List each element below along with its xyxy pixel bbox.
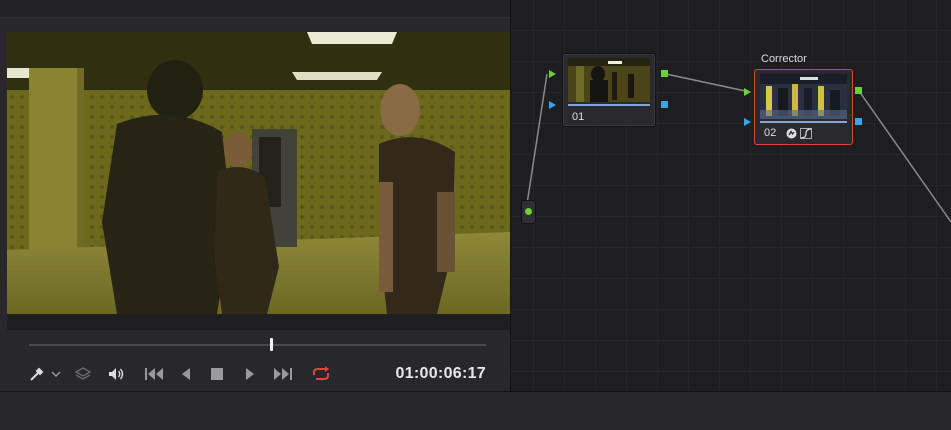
- node-thumbnail: [760, 74, 847, 119]
- source-input-port[interactable]: [521, 200, 536, 224]
- node-number: 02: [764, 127, 777, 139]
- viewer-header: [0, 0, 511, 18]
- alpha-output-port[interactable]: [661, 101, 668, 108]
- node-02-corrector[interactable]: 02: [754, 69, 853, 145]
- skip-to-start-icon[interactable]: [143, 364, 165, 384]
- skip-to-end-icon[interactable]: [272, 364, 294, 384]
- video-frame[interactable]: [7, 32, 510, 314]
- node-editor[interactable]: 01 Corrector 02: [511, 0, 951, 391]
- play-icon[interactable]: [242, 364, 258, 384]
- scrubber-track[interactable]: [29, 344, 486, 346]
- stop-icon[interactable]: [209, 364, 225, 384]
- connection-02-to-output: [858, 90, 951, 223]
- node-tools: [786, 128, 812, 139]
- node-01[interactable]: 01: [562, 53, 656, 127]
- chevron-down-icon[interactable]: [49, 364, 63, 384]
- divider: [0, 17, 511, 18]
- viewer-panel: 01:00:06:17: [0, 0, 511, 391]
- loop-icon[interactable]: [309, 364, 333, 384]
- rgb-output-port[interactable]: [855, 87, 862, 94]
- bottom-toolbar: [0, 391, 951, 430]
- rgb-input-port[interactable]: [744, 88, 751, 96]
- alpha-input-port[interactable]: [549, 101, 556, 109]
- rgb-port[interactable]: [525, 208, 532, 215]
- node-number: 01: [572, 111, 585, 123]
- alpha-input-port[interactable]: [744, 118, 751, 126]
- eyedropper-icon[interactable]: [27, 364, 47, 384]
- connection-01-to-02: [665, 73, 751, 93]
- node-thumbnail: [568, 58, 650, 102]
- node-progress-bar: [568, 104, 650, 106]
- playhead[interactable]: [270, 338, 273, 351]
- transport-controls: 01:00:06:17: [0, 360, 511, 388]
- rgb-input-port[interactable]: [549, 70, 556, 78]
- node-title: Corrector: [761, 53, 807, 65]
- viewer-info-strip: [7, 314, 510, 330]
- fx-icon: [786, 128, 797, 139]
- timecode: 01:00:06:17: [395, 365, 486, 382]
- alpha-output-port[interactable]: [855, 118, 862, 125]
- play-reverse-icon[interactable]: [178, 364, 194, 384]
- video-image: [7, 32, 510, 314]
- speaker-icon[interactable]: [105, 364, 127, 384]
- rgb-output-port[interactable]: [661, 70, 668, 77]
- layers-icon[interactable]: [73, 364, 93, 384]
- connection-source-to-01: [526, 73, 548, 205]
- curves-icon: [800, 128, 812, 139]
- node-progress-bar: [760, 121, 847, 123]
